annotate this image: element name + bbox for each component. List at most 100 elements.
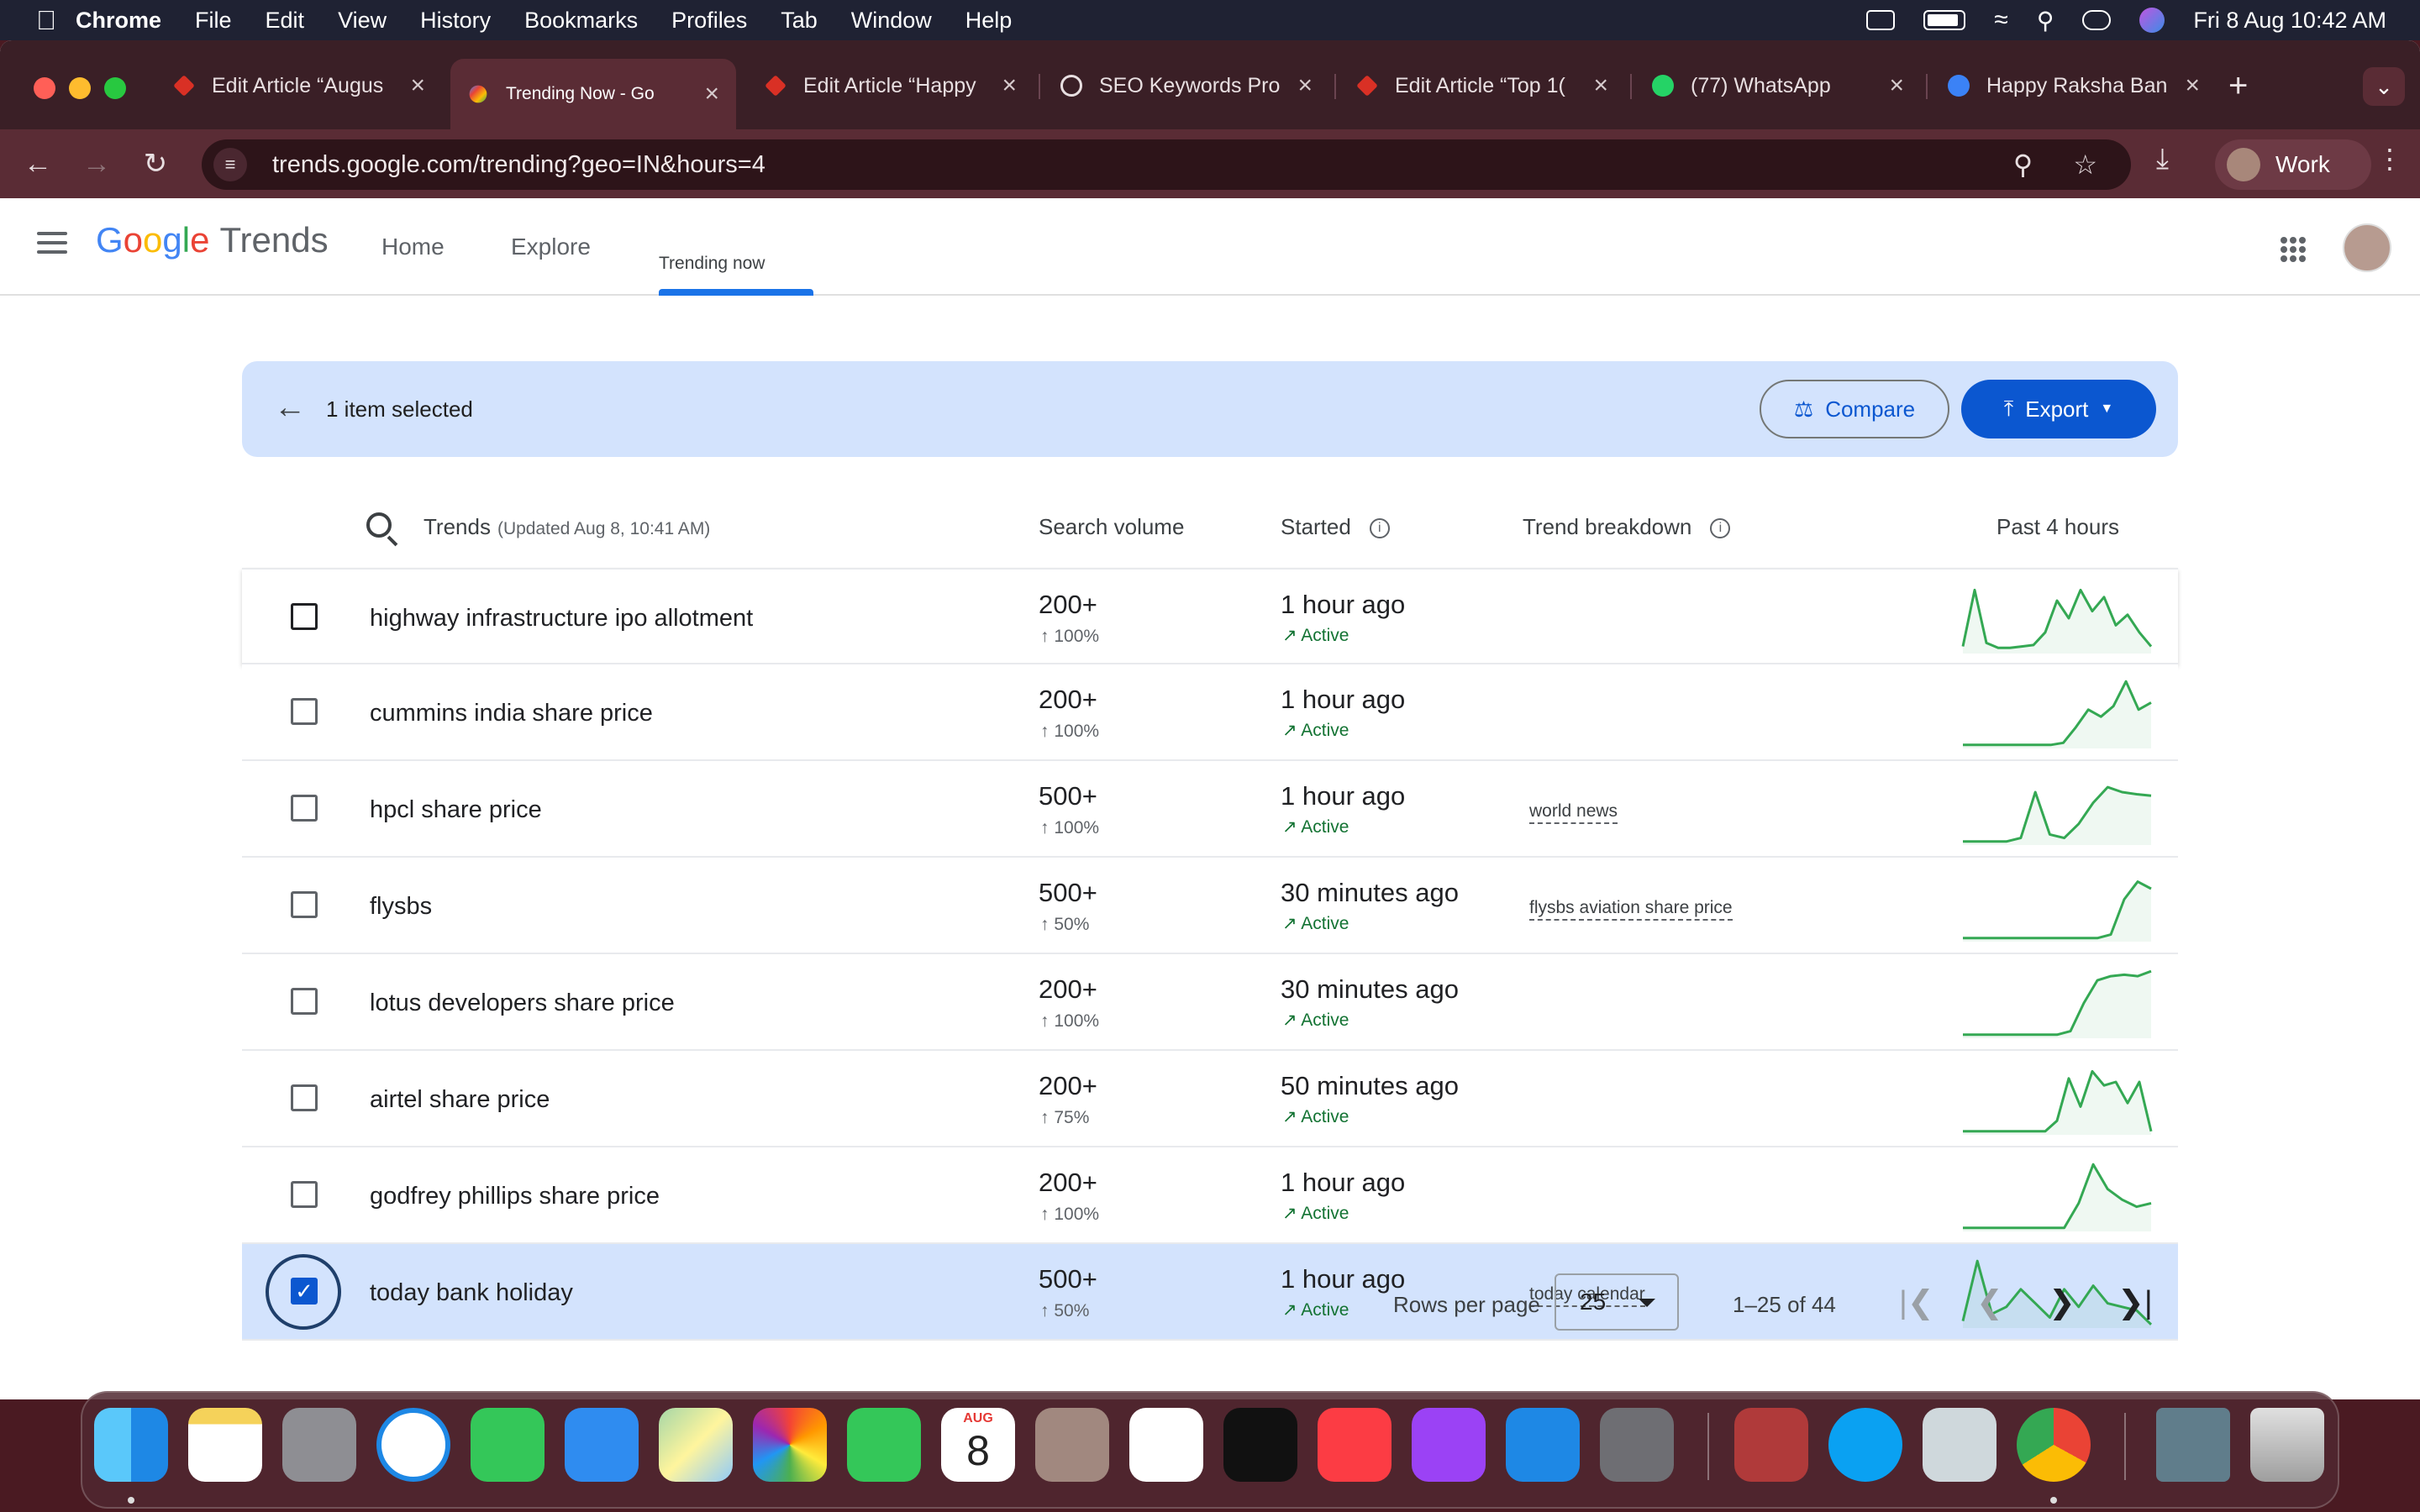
info-icon[interactable]: i (1710, 518, 1731, 539)
zoom-window-button[interactable] (104, 77, 126, 99)
tab-close-icon[interactable]: × (704, 80, 719, 108)
account-avatar[interactable] (2343, 223, 2391, 272)
tab-seo-keywords[interactable]: SEO Keywords Pro × (1044, 60, 1329, 111)
nav-explore[interactable]: Explore (511, 234, 591, 260)
trend-name[interactable]: cummins india share price (370, 700, 653, 727)
finder-icon[interactable] (94, 1408, 168, 1482)
header-started[interactable]: Started (1281, 514, 1351, 539)
export-button[interactable]: ⤒ Export ▼ (1961, 380, 2156, 438)
preview-icon[interactable] (1923, 1408, 1996, 1482)
photos-icon[interactable] (753, 1408, 827, 1482)
launchpad-icon[interactable] (282, 1408, 356, 1482)
header-search-volume[interactable]: Search volume (1039, 514, 1184, 540)
contacts-icon[interactable] (1035, 1408, 1109, 1482)
forward-button[interactable]: → (76, 143, 118, 185)
clear-selection-back-icon[interactable]: ← (274, 390, 306, 426)
downloads-stack-icon[interactable] (2156, 1408, 2230, 1482)
table-row[interactable]: airtel share price 200+ ↑ 75% 50 minutes ag… (242, 1051, 2178, 1147)
zoom-icon[interactable]: ⚲ (2013, 149, 2033, 181)
tab-happy-raksha-bandhan[interactable]: Happy Raksha Ban × (1931, 60, 2217, 111)
site-info-icon[interactable]: ≡ (213, 148, 247, 181)
tab-close-icon[interactable]: × (2185, 71, 2200, 100)
nav-trending-now[interactable]: Trending now (659, 254, 765, 274)
row-checkbox[interactable] (291, 1084, 318, 1111)
calendar-icon[interactable]: AUG 8 (941, 1408, 1015, 1482)
trend-breakdown-chip[interactable]: world news (1529, 801, 1618, 824)
table-row[interactable]: lotus developers share price 200+ ↑ 100% 30… (242, 954, 2178, 1051)
bookmark-star-icon[interactable]: ☆ (2073, 149, 2097, 181)
apple-menu-icon[interactable]:  (17, 5, 76, 36)
trend-name[interactable]: airtel share price (370, 1086, 550, 1114)
tab-whatsapp[interactable]: (77) WhatsApp × (1635, 60, 1921, 111)
chrome-icon[interactable] (2017, 1408, 2091, 1482)
tab-close-icon[interactable]: × (1593, 71, 1608, 100)
trend-name[interactable]: flysbs (370, 893, 432, 921)
menu-help[interactable]: Help (965, 8, 1013, 34)
wifi-icon[interactable]: ≈ (1994, 6, 2007, 34)
table-row[interactable]: flysbs 500+ ↑ 50% 30 minutes ago ↗ Active fly… (242, 858, 2178, 954)
search-icon[interactable] (366, 512, 392, 538)
reminders-icon[interactable] (1129, 1408, 1203, 1482)
siri-icon[interactable] (2139, 8, 2165, 33)
close-window-button[interactable] (34, 77, 55, 99)
reload-button[interactable]: ↻ (134, 143, 176, 185)
appstore-icon[interactable] (1506, 1408, 1580, 1482)
url-text[interactable]: trends.google.com/trending?geo=IN&hours=… (272, 151, 765, 179)
notes-icon[interactable] (188, 1408, 262, 1482)
control-center-icon[interactable] (2082, 10, 2112, 30)
tab-close-icon[interactable]: × (1297, 71, 1313, 100)
row-checkbox[interactable] (291, 988, 318, 1015)
mail-icon[interactable] (565, 1408, 639, 1482)
safari-icon[interactable] (376, 1408, 450, 1482)
row-checkbox[interactable] (291, 795, 318, 822)
tab-edit-article-happy[interactable]: Edit Article “Happy × (748, 60, 1034, 111)
tab-search-button[interactable]: ⌄ (2363, 67, 2405, 106)
menu-profiles[interactable]: Profiles (671, 8, 747, 34)
profile-button[interactable]: Work (2215, 139, 2371, 190)
trash-icon[interactable] (2250, 1408, 2324, 1482)
header-trends[interactable]: Trends (424, 514, 491, 539)
menu-file[interactable]: File (195, 8, 232, 34)
menu-tab[interactable]: Tab (781, 8, 818, 34)
trend-name[interactable]: godfrey phillips share price (370, 1183, 660, 1210)
appletv-icon[interactable] (1223, 1408, 1297, 1482)
new-tab-button[interactable]: + (2228, 67, 2248, 105)
address-bar[interactable]: ≡ trends.google.com/trending?geo=IN&hour… (202, 139, 2131, 190)
row-checkbox[interactable] (291, 891, 318, 918)
info-icon[interactable]: i (1369, 518, 1390, 539)
system-settings-icon[interactable] (1600, 1408, 1674, 1482)
podcasts-icon[interactable] (1412, 1408, 1486, 1482)
menubar-clock[interactable]: Fri 8 Aug 10:42 AM (2193, 8, 2386, 34)
menu-edit[interactable]: Edit (266, 8, 305, 34)
menu-bookmarks[interactable]: Bookmarks (524, 8, 638, 34)
tab-close-icon[interactable]: × (1889, 71, 1904, 100)
row-checkbox[interactable] (291, 1181, 318, 1208)
tab-close-icon[interactable]: × (410, 71, 425, 100)
tab-trending-now[interactable]: Trending Now - Go × (450, 59, 736, 129)
row-checkbox[interactable] (291, 603, 318, 630)
messages-icon[interactable] (471, 1408, 544, 1482)
input-source-icon[interactable] (1866, 10, 1896, 30)
spotlight-search-icon[interactable]: ⚲ (2037, 7, 2054, 34)
first-page-icon[interactable]: |❮ (1899, 1284, 1934, 1321)
compare-button[interactable]: ⚖ Compare (1760, 380, 1949, 438)
google-trends-logo[interactable]: Google Trends (96, 220, 329, 260)
menu-window[interactable]: Window (851, 8, 932, 34)
chrome-menu-icon[interactable]: ⋮ (2376, 143, 2403, 175)
menu-view[interactable]: View (338, 8, 387, 34)
menu-history[interactable]: History (420, 8, 491, 34)
previous-page-icon[interactable]: ❮ (1976, 1284, 2003, 1321)
row-checkbox[interactable] (291, 698, 318, 725)
tab-edit-article-top[interactable]: Edit Article “Top 1( × (1339, 60, 1625, 111)
nav-home[interactable]: Home (381, 234, 445, 260)
last-page-icon[interactable]: ❯| (2118, 1284, 2153, 1321)
table-row[interactable]: godfrey phillips share price 200+ ↑ 100% 1 … (242, 1147, 2178, 1244)
maps-icon[interactable] (659, 1408, 733, 1482)
table-row[interactable]: hpcl share price 500+ ↑ 100% 1 hour ago ↗ Ac… (242, 761, 2178, 858)
trend-name[interactable]: hpcl share price (370, 796, 542, 824)
trend-name[interactable]: lotus developers share price (370, 990, 675, 1017)
music-icon[interactable] (1318, 1408, 1392, 1482)
google-apps-icon[interactable] (2281, 237, 2306, 262)
rows-per-page-select[interactable]: 25 (1555, 1273, 1679, 1331)
tab-close-icon[interactable]: × (1002, 71, 1017, 100)
